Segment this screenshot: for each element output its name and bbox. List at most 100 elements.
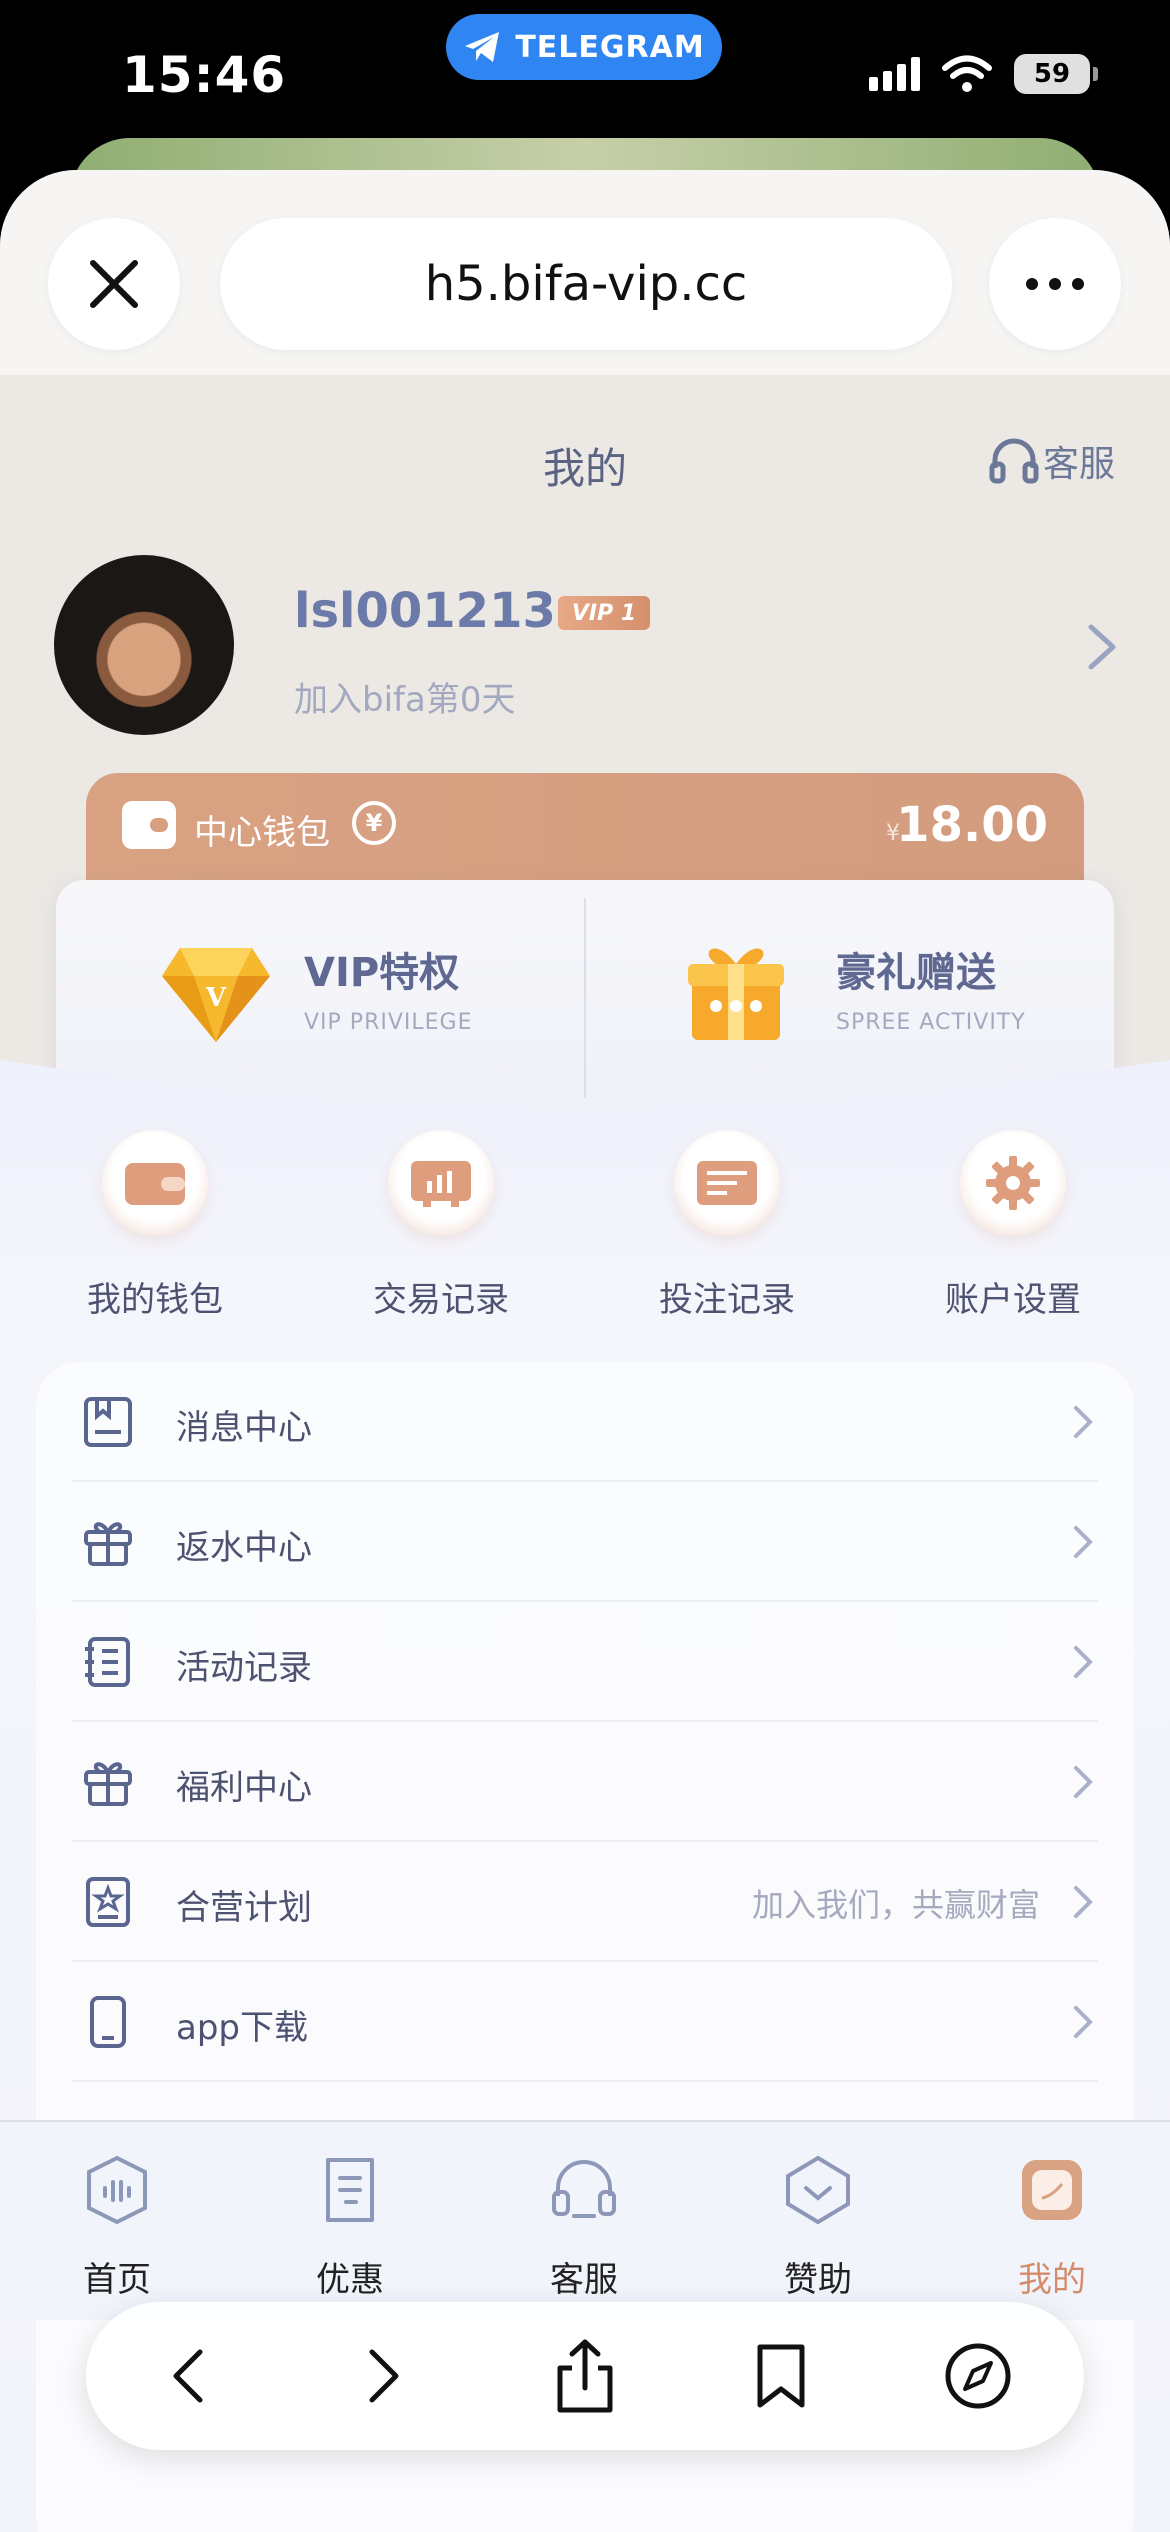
menu-item-rebate-center[interactable]: 返水中心 <box>72 1482 1098 1602</box>
shortcut-label: 交易记录 <box>373 1280 509 1320</box>
telegram-icon <box>465 32 500 62</box>
shortcut-label: 我的钱包 <box>87 1280 223 1320</box>
menu-label: 福利中心 <box>176 1768 312 1808</box>
tab-promotions[interactable]: 优惠 <box>270 2152 430 2301</box>
telegram-return-pill[interactable]: TELEGRAM <box>446 14 722 80</box>
menu-label: app下载 <box>176 2008 308 2048</box>
more-button[interactable] <box>989 218 1121 350</box>
phone-icon <box>90 1996 126 2048</box>
tab-profile[interactable]: 我的 <box>972 2152 1132 2301</box>
chevron-right-icon <box>1074 1646 1093 1678</box>
chevron-right-icon <box>1074 1766 1093 1798</box>
tab-label: 我的 <box>1018 2260 1086 2300</box>
shortcut-label: 投注记录 <box>659 1280 795 1320</box>
chevron-right-icon <box>1074 1526 1093 1558</box>
safari-toolbar <box>86 2302 1084 2450</box>
bet-record-icon <box>674 1130 780 1236</box>
gift-icon <box>84 1762 132 1806</box>
wifi-icon <box>942 55 992 92</box>
username: lsl001213 <box>294 583 556 639</box>
menu-item-welfare-center[interactable]: 福利中心 <box>72 1722 1098 1842</box>
shortcut-account-settings[interactable]: 账户设置 <box>918 1130 1108 1321</box>
share-icon <box>557 2339 613 2413</box>
gift-box-icon <box>688 948 784 1040</box>
browser-sheet: h5.bifa-vip.cc 我的 客服 lsl001213 VIP 1 加入b… <box>0 170 1170 2532</box>
sponsor-icon <box>786 2155 850 2225</box>
headset-icon <box>552 2160 616 2218</box>
spree-subtitle: SPREE ACTIVITY <box>836 1010 1026 1035</box>
tabs-compass-button[interactable] <box>938 2336 1018 2416</box>
bookmarks-button[interactable] <box>741 2336 821 2416</box>
spree-title: 豪礼赠送 <box>836 950 996 996</box>
message-icon <box>84 1397 132 1447</box>
clock: 15:46 <box>122 46 287 104</box>
gear-icon <box>960 1130 1066 1236</box>
cellular-signal-icon <box>869 57 920 91</box>
menu-item-activity-records[interactable]: 活动记录 <box>72 1602 1098 1722</box>
bottom-tab-bar: 首页 优惠 客服 赞助 我的 <box>0 2120 1170 2320</box>
status-icons: 59 <box>869 54 1098 94</box>
forward-button[interactable] <box>344 2336 424 2416</box>
shortcut-bet-records[interactable]: 投注记录 <box>632 1130 822 1321</box>
back-icon <box>173 2349 203 2403</box>
tab-label: 优惠 <box>316 2260 384 2300</box>
share-button[interactable] <box>545 2336 625 2416</box>
close-icon <box>90 260 138 308</box>
browser-header: h5.bifa-vip.cc <box>0 170 1170 375</box>
chevron-right-icon <box>1074 1886 1093 1918</box>
star-badge-icon <box>86 1877 130 1927</box>
notebook-icon <box>85 1637 130 1687</box>
menu-item-partner-program[interactable]: 合营计划 加入我们，共赢财富 <box>72 1842 1098 1962</box>
shortcut-label: 账户设置 <box>945 1280 1081 1320</box>
diamond-icon: V <box>162 948 270 1042</box>
forward-icon <box>369 2349 399 2403</box>
battery-icon: 59 <box>1014 54 1098 94</box>
menu-label: 返水中心 <box>176 1528 312 1568</box>
menu-extra: 加入我们，共赢财富 <box>751 1886 1040 1924</box>
url-bar[interactable]: h5.bifa-vip.cc <box>220 218 952 350</box>
menu-label: 活动记录 <box>176 1648 312 1688</box>
bookmarks-icon <box>757 2344 805 2408</box>
service-label: 客服 <box>1042 444 1115 485</box>
tab-label: 首页 <box>83 2260 151 2300</box>
tab-sponsor[interactable]: 赞助 <box>738 2152 898 2301</box>
tab-label: 赞助 <box>784 2260 852 2300</box>
shortcut-row: 我的钱包 交易记录 投注记录 账户设置 <box>0 1130 1170 1320</box>
menu-label: 合营计划 <box>176 1888 312 1928</box>
tab-home[interactable]: 首页 <box>37 2152 197 2301</box>
back-button[interactable] <box>148 2336 228 2416</box>
telegram-label: TELEGRAM <box>515 29 705 65</box>
tab-label: 客服 <box>550 2260 618 2300</box>
wallet-icon <box>122 801 176 849</box>
wallet-icon <box>102 1130 208 1236</box>
status-bar: 15:46 TELEGRAM 59 <box>0 0 1170 150</box>
transaction-icon <box>388 1130 494 1236</box>
refresh-balance-icon[interactable]: ¥ <box>352 801 396 845</box>
wallet-label: 中心钱包 <box>194 813 330 853</box>
chevron-right-icon <box>1074 1406 1093 1438</box>
chevron-right-icon <box>1074 2006 1093 2038</box>
menu-label: 消息中心 <box>176 1408 312 1448</box>
wallet-balance: 18.00 <box>896 797 1048 853</box>
svg-text:V: V <box>205 983 227 1013</box>
avatar[interactable] <box>54 555 234 735</box>
home-icon <box>87 2155 147 2225</box>
menu-item-message-center[interactable]: 消息中心 <box>72 1362 1098 1482</box>
tab-customer-service[interactable]: 客服 <box>504 2152 664 2301</box>
shortcut-transactions[interactable]: 交易记录 <box>346 1130 536 1321</box>
shortcut-my-wallet[interactable]: 我的钱包 <box>60 1130 250 1321</box>
menu-item-app-download[interactable]: app下载 <box>72 1962 1098 2082</box>
more-icon <box>1026 278 1084 290</box>
vip-privilege-subtitle: VIP PRIVILEGE <box>304 1010 473 1035</box>
close-button[interactable] <box>48 218 180 350</box>
vip-level-badge: VIP 1 <box>558 596 650 630</box>
gift-icon <box>84 1522 132 1566</box>
profile-chevron-icon[interactable] <box>1086 622 1118 672</box>
customer-service-link[interactable]: 客服 <box>989 435 1115 487</box>
coupon-icon <box>326 2158 374 2222</box>
headset-icon <box>989 438 1039 484</box>
vip-privilege-title: VIP特权 <box>304 950 460 996</box>
compass-icon <box>945 2343 1011 2409</box>
profile-icon <box>1022 2160 1082 2220</box>
join-days-text: 加入bifa第0天 <box>294 680 516 720</box>
